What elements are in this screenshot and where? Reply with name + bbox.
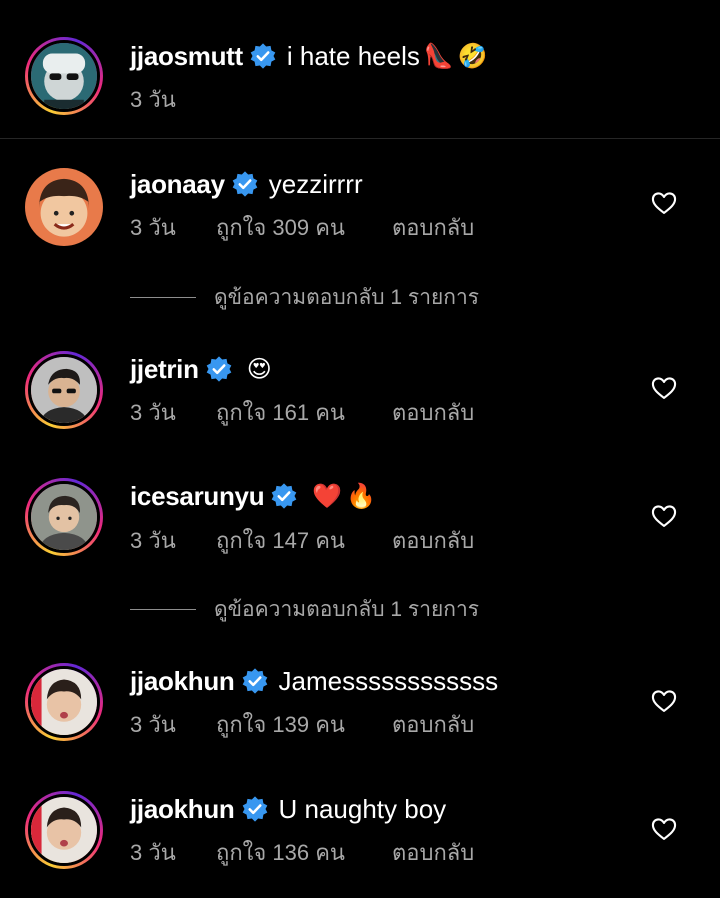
avatar-image [25, 168, 103, 246]
avatar-jjaokhun[interactable] [25, 663, 103, 741]
avatar-jjetrin[interactable] [25, 351, 103, 429]
comment-time: 3 วัน [130, 214, 176, 240]
verified-badge-icon [250, 43, 276, 69]
avatar-image [31, 43, 97, 109]
verified-badge-icon [232, 171, 258, 197]
post-caption: jjaosmutt i hate heels 👠 🤣 3 วัน [0, 0, 720, 138]
reply-button[interactable]: ตอบกลับ [392, 707, 474, 742]
avatar-jjaosmutt[interactable] [25, 37, 103, 115]
username[interactable]: jaonaay [130, 169, 225, 200]
heart-outline-icon[interactable] [650, 374, 678, 402]
verified-badge-icon [206, 356, 232, 382]
like-count[interactable]: ถูกใจ 161 คน [216, 395, 392, 430]
comment-time: 3 วัน [130, 711, 176, 737]
heart-eyes-emoji: 😍 [246, 355, 272, 383]
reply-button[interactable]: ตอบกลับ [392, 210, 474, 245]
avatar-image [31, 357, 97, 423]
avatar-image [31, 669, 97, 735]
caption-time: 3 วัน [130, 86, 176, 112]
avatar-image [31, 484, 97, 550]
avatar-jaonaay[interactable] [25, 168, 103, 246]
view-replies-label: ดูข้อความตอบกลับ 1 รายการ [214, 597, 480, 621]
like-count[interactable]: ถูกใจ 136 คน [216, 835, 392, 870]
rofl-emoji: 🤣 [457, 42, 488, 70]
heart-outline-icon[interactable] [650, 687, 678, 715]
like-count[interactable]: ถูกใจ 139 คน [216, 707, 392, 742]
comment-time: 3 วัน [130, 839, 176, 865]
verified-badge-icon [242, 796, 267, 822]
comment-text: Jamessssssssssss [278, 665, 499, 696]
username[interactable]: icesarunyu [130, 481, 265, 512]
comment-time: 3 วัน [130, 399, 176, 425]
avatar-image [31, 797, 97, 863]
heart-outline-icon[interactable] [650, 815, 678, 843]
replies-rule [130, 608, 196, 610]
username[interactable]: jjaokhun [130, 794, 235, 825]
high-heel-emoji: 👠 [423, 42, 454, 70]
verified-badge-icon [271, 483, 297, 509]
avatar-icesarunyu[interactable] [25, 478, 103, 556]
view-replies-button[interactable]: ดูข้อความตอบกลับ 1 รายการ [130, 594, 479, 624]
username[interactable]: jjaokhun [130, 666, 235, 697]
fire-emoji: 🔥 [346, 482, 377, 510]
reply-button[interactable]: ตอบกลับ [392, 395, 474, 430]
username[interactable]: jjetrin [130, 354, 199, 385]
reply-button[interactable]: ตอบกลับ [392, 835, 474, 870]
caption-text: i hate heels [286, 40, 420, 71]
heart-outline-icon[interactable] [650, 502, 678, 530]
like-count[interactable]: ถูกใจ 147 คน [216, 523, 392, 558]
caption-divider [0, 138, 720, 139]
avatar-jjaokhun[interactable] [25, 791, 103, 869]
heart-outline-icon[interactable] [650, 189, 678, 217]
comment-text: U naughty boy [278, 793, 447, 824]
like-count[interactable]: ถูกใจ 309 คน [216, 210, 392, 245]
username[interactable]: jjaosmutt [130, 41, 243, 72]
replies-rule [130, 296, 196, 298]
comment-time: 3 วัน [130, 527, 176, 553]
view-replies-label: ดูข้อความตอบกลับ 1 รายการ [214, 285, 480, 309]
red-heart-emoji: ❤️ [312, 482, 343, 510]
comment-text: yezzirrrr [268, 168, 363, 199]
reply-button[interactable]: ตอบกลับ [392, 523, 474, 558]
view-replies-button[interactable]: ดูข้อความตอบกลับ 1 รายการ [130, 282, 479, 312]
verified-badge-icon [242, 668, 267, 694]
